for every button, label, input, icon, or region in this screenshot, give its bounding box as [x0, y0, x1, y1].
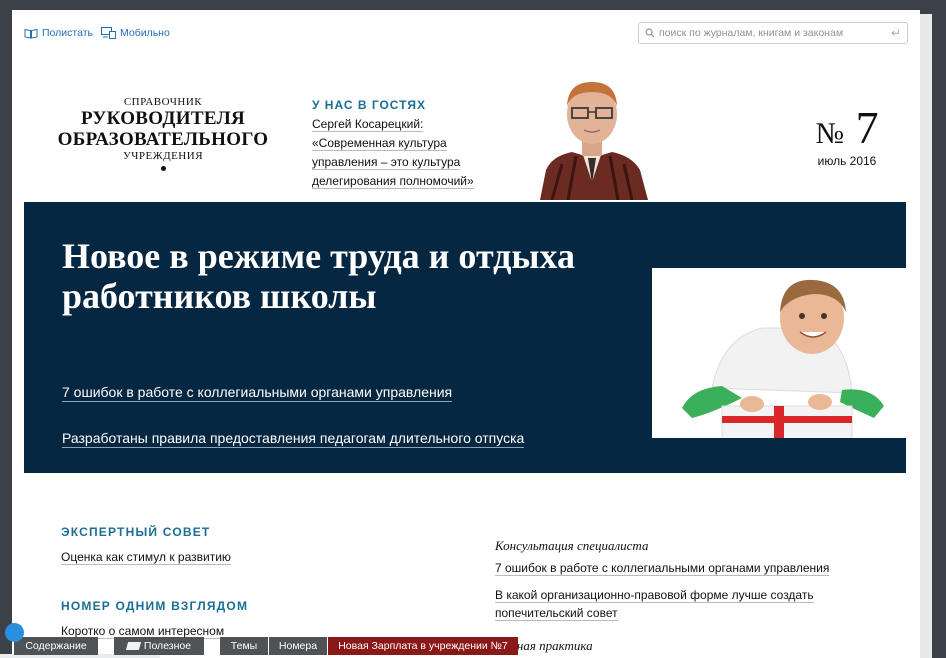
guest-line: «Современная культура [312, 136, 447, 151]
journal-masthead[interactable]: СПРАВОЧНИК РУКОВОДИТЕЛЯ ОБРАЗОВАТЕЛЬНОГО… [48, 96, 278, 171]
guest-label: У НАС В ГОСТЯХ [312, 98, 426, 112]
article-link[interactable]: 7 ошибок в работе с коллегиальными орган… [495, 559, 830, 577]
feature-banner[interactable]: Новое в режиме труда и отдыха работников… [24, 202, 906, 473]
masthead-line4: УЧРЕЖДЕНИЯ [122, 150, 204, 162]
issue-date: июль 2016 [817, 154, 877, 168]
boy-with-gift-image[interactable] [652, 268, 906, 438]
section-title-overview[interactable]: НОМЕР ОДНИМ ВЗГЛЯДОМ [61, 599, 248, 613]
enter-icon[interactable]: ↵ [891, 26, 901, 40]
guest-line: делегирования полномочий» [312, 174, 474, 189]
guest-portrait-image[interactable] [532, 72, 652, 200]
banner-article-link[interactable]: Разработаны правила предоставления педаг… [62, 430, 525, 448]
issues-button[interactable]: Номера [269, 637, 327, 655]
search-icon [645, 28, 655, 38]
masthead-line3: ОБРАЗОВАТЕЛЬНОГО [57, 129, 269, 150]
mobile-link[interactable]: Мобильно [101, 27, 170, 39]
mobile-link-label: Мобильно [120, 27, 170, 39]
journal-page: Полистать Мобильно поиск по журналам, кн… [12, 10, 920, 658]
guest-line: управления – это культура [312, 155, 461, 170]
masthead-line1: СПРАВОЧНИК [123, 96, 203, 108]
promo-button[interactable]: Новая Зарплата в учреждении №7 [328, 637, 518, 655]
book-icon [24, 28, 38, 39]
folder-icon [125, 642, 141, 650]
read-link[interactable]: Полистать [24, 27, 93, 39]
article-link[interactable]: В какой организационно-правовой форме лу… [495, 586, 814, 622]
issue-number-block[interactable]: № 7 июль 2016 [802, 102, 892, 169]
banner-article-link[interactable]: 7 ошибок в работе с коллегиальными орган… [62, 384, 453, 402]
useful-button[interactable]: Полезное [114, 637, 204, 655]
top-bar: Полистать Мобильно поиск по журналам, кн… [12, 10, 920, 58]
help-circle-button[interactable] [5, 623, 24, 642]
rubric-consultation: Консультация специалиста [495, 538, 649, 553]
search-placeholder: поиск по журналам, книгам и законам [659, 27, 844, 39]
devices-icon [101, 27, 116, 39]
issue-number: № 7 [815, 102, 879, 153]
search-input[interactable]: поиск по журналам, книгам и законам ↵ [638, 22, 908, 44]
page-shadow [918, 14, 932, 658]
masthead-dot [160, 166, 166, 171]
read-link-label: Полистать [42, 27, 93, 39]
themes-button[interactable]: Темы [220, 637, 268, 655]
feature-headline[interactable]: Новое в режиме труда и отдыха работников… [62, 236, 662, 316]
guest-line: Сергей Косарецкий: [312, 117, 424, 132]
contents-button[interactable]: Содержание [14, 637, 98, 655]
useful-button-label: Полезное [143, 640, 192, 652]
section-title-expert[interactable]: ЭКСПЕРТНЫЙ СОВЕТ [61, 525, 210, 539]
masthead-line2: РУКОВОДИТЕЛЯ [80, 108, 246, 129]
guest-block[interactable]: У НАС В ГОСТЯХ Сергей Косарецкий: «Совре… [312, 98, 512, 191]
article-link[interactable]: Оценка как стимул к развитию [61, 548, 231, 566]
